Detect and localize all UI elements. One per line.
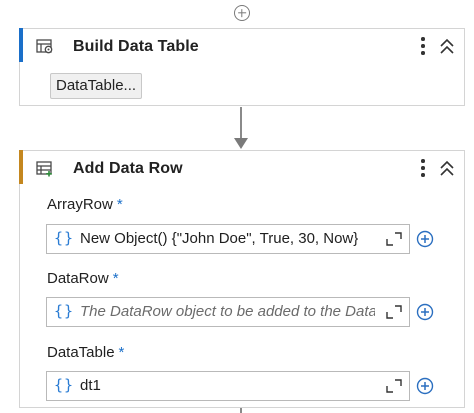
add-activity-icon[interactable] [234, 5, 250, 21]
datarow-field[interactable]: {} The DataRow object to be added to the… [46, 297, 410, 327]
expression-icon: {} [54, 376, 75, 394]
arrayrow-value[interactable]: New Object() {"John Doe", True, 30, Now} [80, 230, 375, 247]
activity-header[interactable]: Add Data Row [20, 151, 464, 189]
required-marker: * [116, 196, 123, 213]
add-variable-icon[interactable] [416, 230, 434, 248]
datatable-field[interactable]: {} dt1 [46, 371, 410, 401]
collapse-icon[interactable] [438, 159, 456, 179]
expression-icon: {} [54, 229, 75, 247]
expand-editor-icon[interactable] [385, 378, 403, 394]
expand-editor-icon[interactable] [385, 231, 403, 247]
required-marker: * [118, 344, 125, 361]
expand-editor-icon[interactable] [385, 304, 403, 320]
activity-title: Build Data Table [73, 38, 199, 55]
connector-line [240, 107, 242, 139]
add-variable-icon[interactable] [416, 377, 434, 395]
datatable-label: DataTable * [47, 344, 125, 361]
collapse-icon[interactable] [438, 37, 456, 57]
connector-line [240, 408, 242, 413]
activity-title: Add Data Row [73, 160, 183, 177]
build-data-table-icon [36, 39, 53, 54]
build-data-table-activity[interactable]: Build Data Table DataTable... [19, 28, 465, 106]
datarow-placeholder[interactable]: The DataRow object to be added to the Da… [80, 303, 375, 320]
arrayrow-label: ArrayRow * [47, 196, 123, 213]
datarow-label: DataRow * [47, 270, 119, 287]
arrayrow-field[interactable]: {} New Object() {"John Doe", True, 30, N… [46, 224, 410, 254]
activity-header[interactable]: Build Data Table [20, 29, 464, 67]
datatable-value[interactable]: dt1 [80, 377, 375, 394]
add-data-row-activity[interactable]: Add Data Row ArrayRow * {} New Object() {… [19, 150, 465, 408]
expression-icon: {} [54, 302, 75, 320]
add-data-row-icon [36, 161, 52, 177]
add-variable-icon[interactable] [416, 303, 434, 321]
more-options-icon[interactable] [420, 158, 426, 180]
datatable-wizard-button[interactable]: DataTable... [50, 73, 143, 99]
arrow-down-icon [234, 138, 248, 149]
required-marker: * [112, 270, 119, 287]
more-options-icon[interactable] [420, 36, 426, 58]
